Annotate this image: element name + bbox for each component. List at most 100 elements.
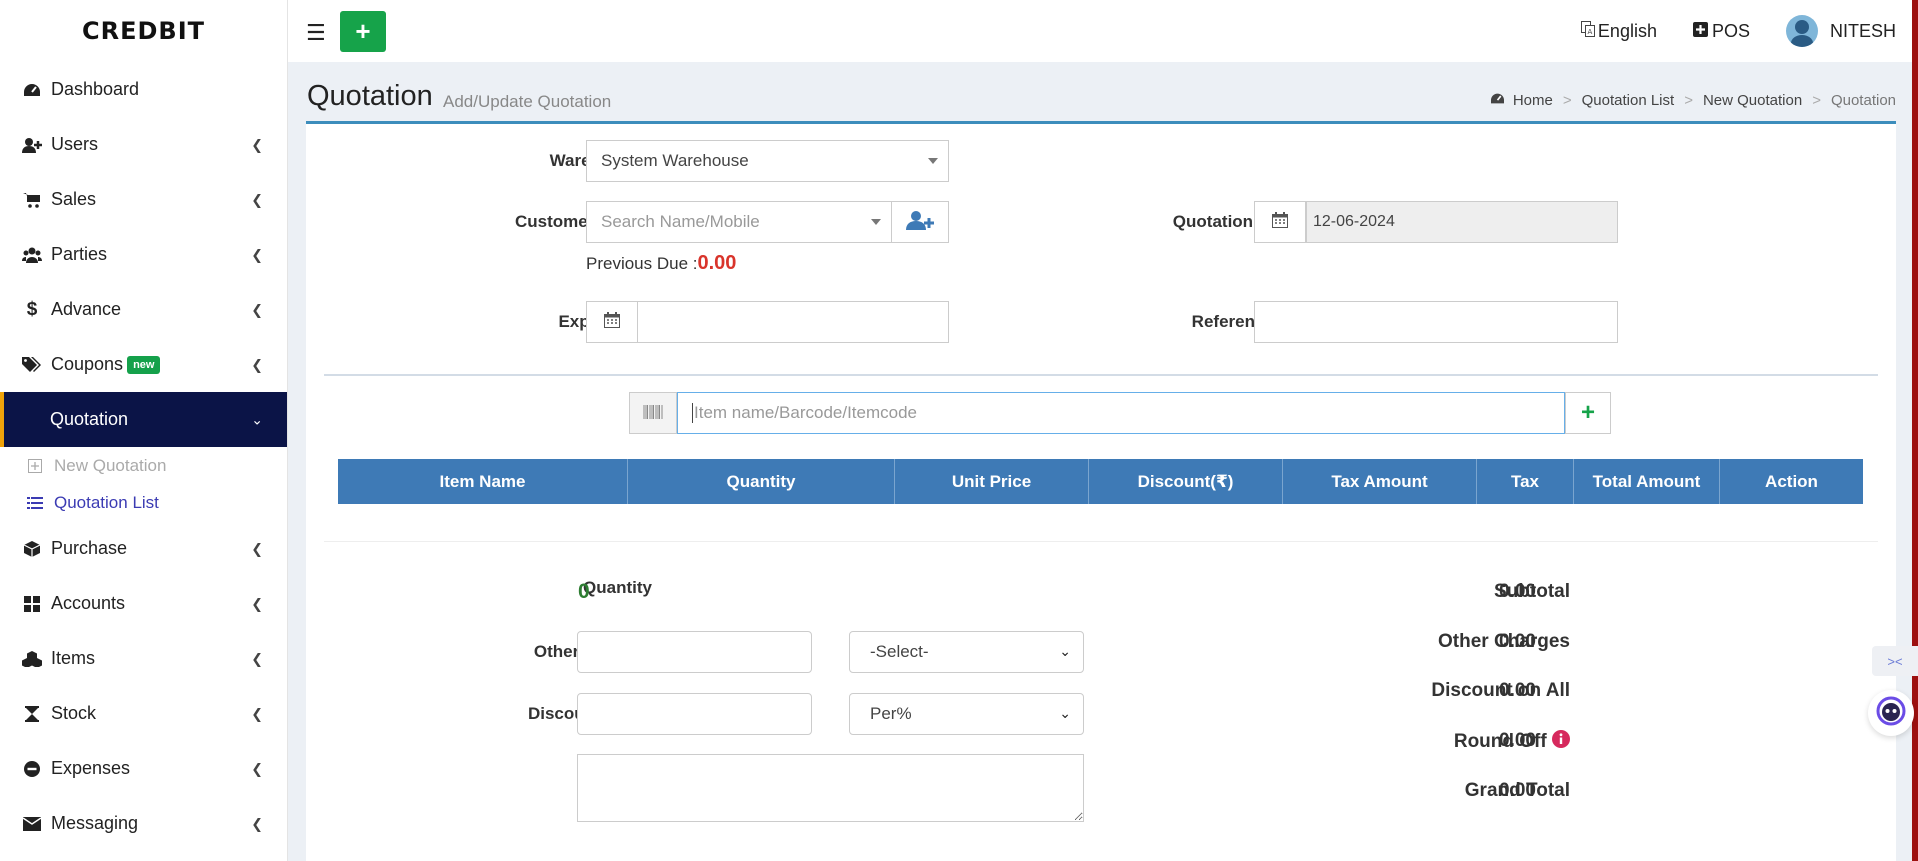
user-plus-icon <box>906 210 934 235</box>
previous-due-label: Previous Due : <box>586 254 698 273</box>
avatar <box>1785 15 1818 47</box>
new-badge: new <box>127 355 161 374</box>
sidebar-item-advance[interactable]: $ Advance ❮ <box>0 282 287 337</box>
column-header: Tax <box>1477 459 1574 504</box>
barcode-icon <box>643 403 663 424</box>
warehouse-select[interactable]: System Warehouse <box>586 140 949 182</box>
breadcrumb-home[interactable]: Home <box>1513 92 1553 109</box>
sidebar-item-label: Advance <box>51 299 122 319</box>
svg-text:A: A <box>1587 28 1592 36</box>
breadcrumb-new-quotation[interactable]: New Quotation <box>1703 92 1802 109</box>
sidebar-item-users[interactable]: Users ❮ <box>0 117 287 172</box>
item-search-input[interactable]: Item name/Barcode/Itemcode <box>677 392 1565 434</box>
add-item-button[interactable]: + <box>1565 392 1611 434</box>
dashboard-icon <box>22 80 42 100</box>
sidebar-item-expenses[interactable]: Expenses ❮ <box>0 741 287 796</box>
sidebar-item-items[interactable]: Items ❮ <box>0 631 287 686</box>
cube-icon <box>22 539 42 559</box>
chevron-left-icon: ❮ <box>251 356 263 372</box>
sidebar-item-label: Parties <box>51 244 108 264</box>
customer-placeholder: Search Name/Mobile <box>601 212 760 231</box>
calendar-addon[interactable] <box>586 301 638 343</box>
quick-add-button[interactable]: + <box>340 11 386 52</box>
sidebar-subitem-new-quotation[interactable]: New Quotation <box>0 447 287 484</box>
expire-date-input[interactable] <box>637 301 949 343</box>
quotation-date-value: 12-06-2024 <box>1313 213 1395 230</box>
discount-on-all-input[interactable] <box>577 693 812 735</box>
chevron-left-icon: ❮ <box>251 760 263 776</box>
quantity-label: Quantity <box>583 578 652 597</box>
plus-icon: + <box>1580 399 1595 426</box>
pos-link[interactable]: POS <box>1692 21 1750 42</box>
sidebar-item-sales[interactable]: Sales ❮ <box>0 172 287 227</box>
sidebar-item-coupons[interactable]: Coupons new ❮ <box>0 337 287 392</box>
info-icon[interactable] <box>1552 730 1570 754</box>
sidebar-subitem-quotation-list[interactable]: Quotation List <box>0 484 287 521</box>
topbar: ☰ + A English POS NITESH <box>288 0 1918 62</box>
sidebar-item-label: Purchase <box>51 538 128 558</box>
calendar-icon <box>604 311 620 333</box>
translate-icon: A <box>1580 20 1595 42</box>
breadcrumb: Home > Quotation List > New Quotation > … <box>1490 92 1896 109</box>
tags-icon <box>22 355 42 375</box>
chevron-left-icon: ❮ <box>251 595 263 611</box>
calendar-addon[interactable] <box>1254 201 1306 243</box>
quotation-date-input[interactable]: 12-06-2024 <box>1306 201 1618 243</box>
customer-search-select[interactable]: Search Name/Mobile <box>586 201 892 243</box>
plus-square-icon <box>1692 21 1708 42</box>
user-name: NITESH <box>1829 20 1896 41</box>
subtotal-value: 0.00 <box>1499 581 1536 602</box>
hamburger-menu-icon[interactable]: ☰ <box>306 20 326 46</box>
list-icon <box>26 496 44 510</box>
envelope-icon <box>22 814 42 834</box>
other-charges-input[interactable] <box>577 631 812 673</box>
chat-bot-button[interactable] <box>1868 690 1914 736</box>
sidebar-item-accounts[interactable]: Accounts ❮ <box>0 576 287 631</box>
chevron-left-icon: ❮ <box>251 650 263 666</box>
column-header: Discount(₹) <box>1089 459 1283 504</box>
grand-total-value: 0.00 <box>1499 780 1536 801</box>
sidebar-item-stock[interactable]: Stock ❮ <box>0 686 287 741</box>
collapse-widget-tab[interactable]: >< <box>1872 646 1918 676</box>
cart-icon <box>22 190 42 210</box>
language-selector[interactable]: A English <box>1580 20 1657 42</box>
reference-no-input[interactable] <box>1254 301 1618 343</box>
discount-select-value: Per% <box>870 704 912 723</box>
sidebar: CREDBIT Dashboard Users ❮ Sales ❮ Partie… <box>0 0 288 861</box>
breadcrumb-current: Quotation <box>1830 92 1896 109</box>
hourglass-icon <box>22 704 42 724</box>
note-textarea[interactable] <box>577 754 1084 822</box>
other-charges-summary-value: 0.00 <box>1499 631 1536 652</box>
add-customer-button[interactable] <box>891 201 949 243</box>
caret-down-icon <box>928 158 938 164</box>
sidebar-item-label: Stock <box>51 703 97 723</box>
chevron-down-icon: ⌄ <box>1059 705 1071 721</box>
user-menu[interactable]: NITESH <box>1785 15 1896 47</box>
breadcrumb-quotation-list[interactable]: Quotation List <box>1582 92 1675 109</box>
breadcrumb-separator: > <box>1812 92 1821 109</box>
discount-type-select[interactable]: Per% ⌄ <box>849 693 1084 735</box>
sidebar-item-label: Users <box>51 134 99 154</box>
sidebar-item-parties[interactable]: Parties ❮ <box>0 227 287 282</box>
sidebar-item-dashboard[interactable]: Dashboard <box>0 62 287 117</box>
other-charges-type-select[interactable]: -Select- ⌄ <box>849 631 1084 673</box>
dollar-icon: $ <box>26 298 38 320</box>
breadcrumb-separator: > <box>1562 92 1572 109</box>
sidebar-item-messaging[interactable]: Messaging ❮ <box>0 796 287 851</box>
chevron-left-icon: ❮ <box>251 540 263 556</box>
chevron-left-icon: ❮ <box>251 815 263 831</box>
chevron-down-icon: ⌄ <box>251 411 263 427</box>
barcode-button[interactable] <box>629 392 677 434</box>
users-icon <box>22 245 42 265</box>
page-scrollbar[interactable] <box>1912 0 1918 861</box>
chevron-left-icon: ❮ <box>251 705 263 721</box>
sidebar-item-label: Dashboard <box>51 79 140 99</box>
sidebar-item-quotation[interactable]: Quotation ⌄ <box>0 392 287 447</box>
app-logo[interactable]: CREDBIT <box>0 0 287 62</box>
sidebar-item-label: Expenses <box>51 758 131 778</box>
previous-due-value: 0.00 <box>697 252 737 274</box>
sidebar-item-purchase[interactable]: Purchase ❮ <box>0 521 287 576</box>
other-charges-select-value: -Select- <box>870 642 929 661</box>
calendar-icon <box>1272 211 1288 233</box>
dashboard-icon <box>1490 92 1505 109</box>
